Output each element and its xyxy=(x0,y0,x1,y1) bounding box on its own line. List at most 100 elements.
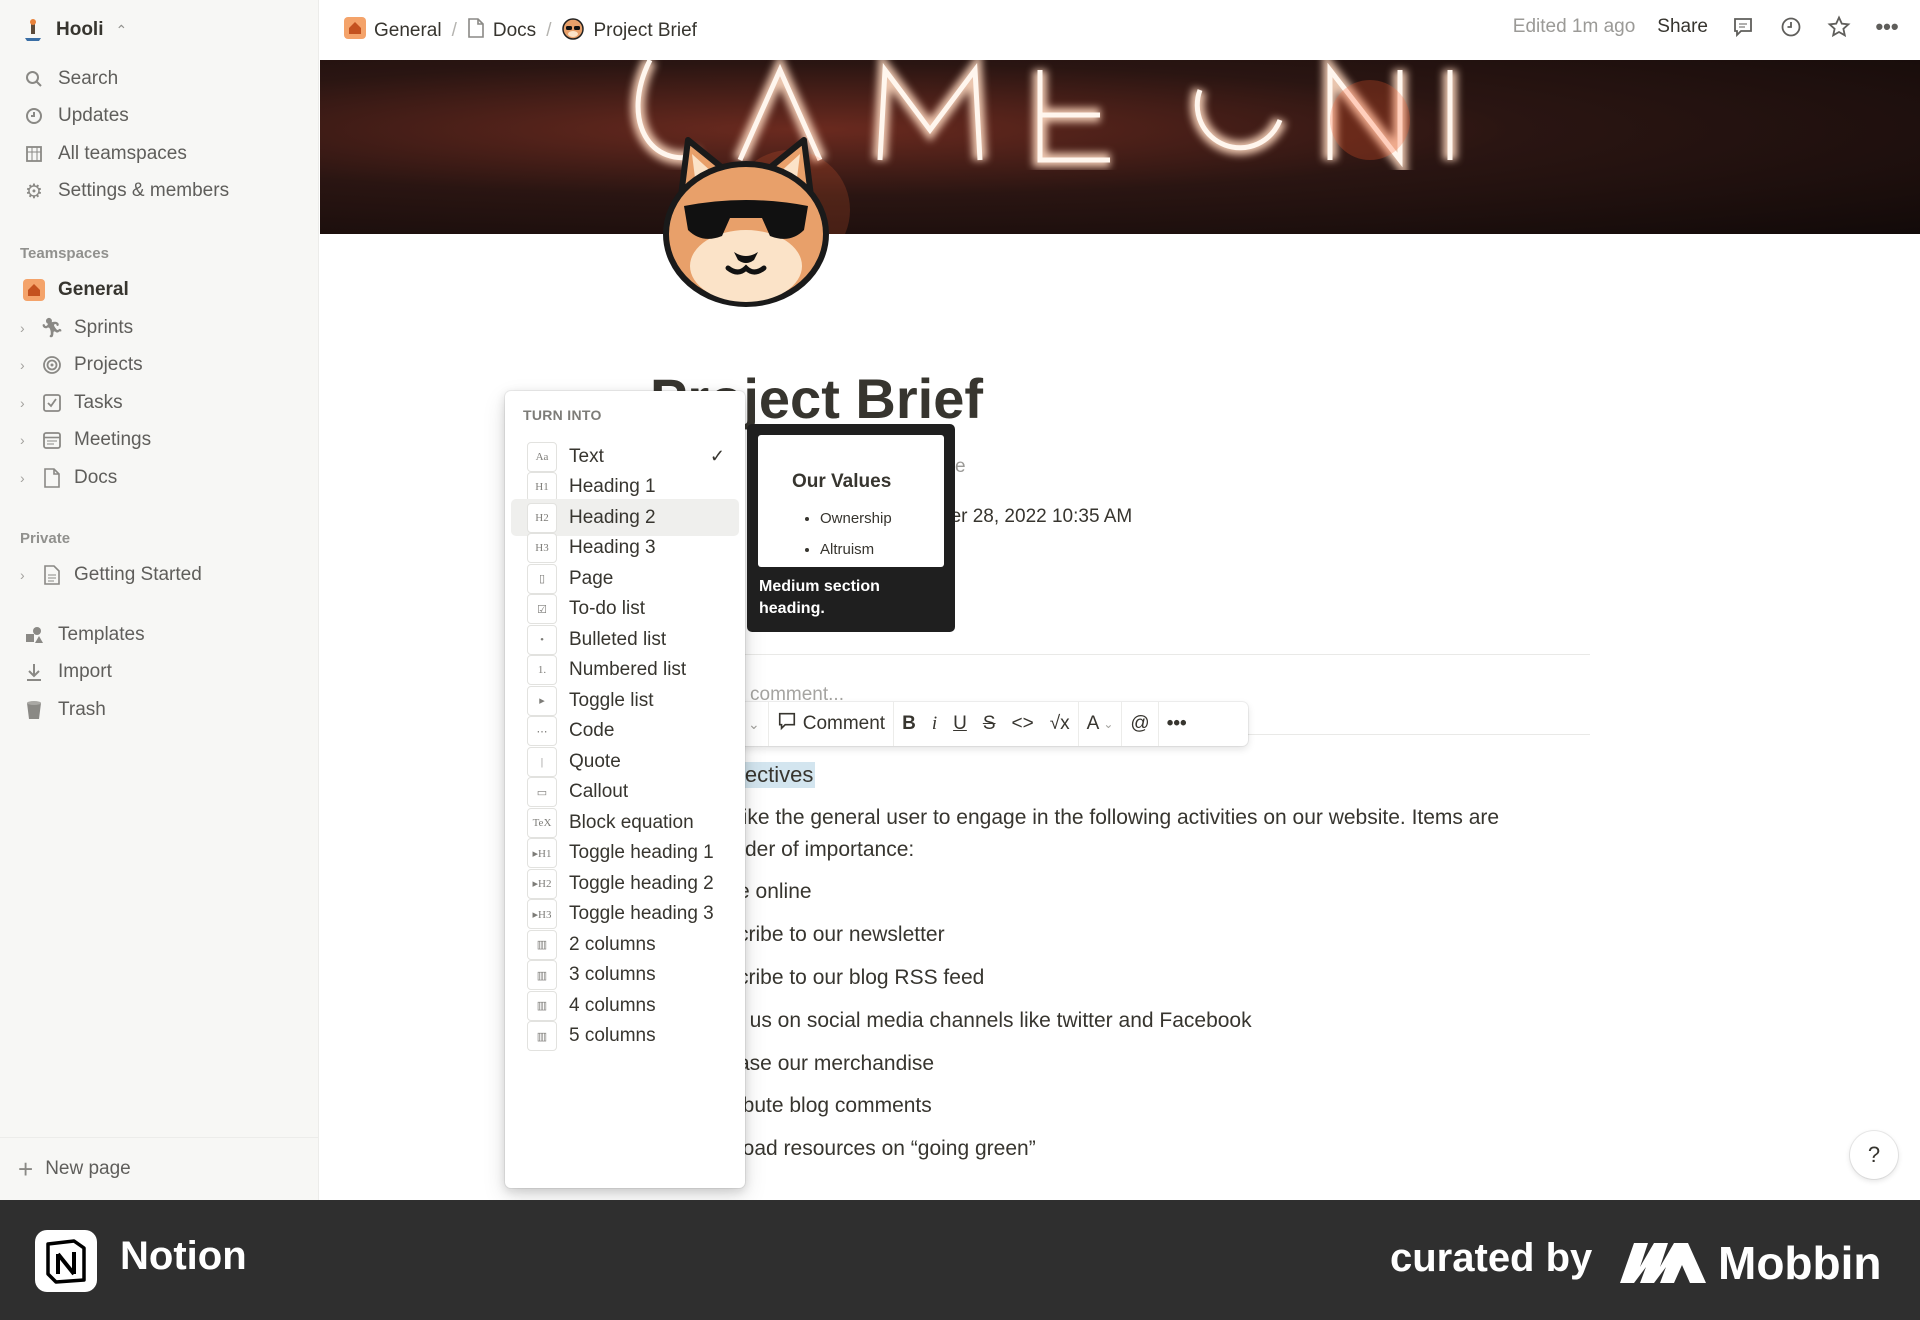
cover-image xyxy=(320,60,1920,234)
sidebar-item-label: Meetings xyxy=(74,429,152,450)
star-icon[interactable] xyxy=(1826,14,1852,40)
paragraph-line[interactable]: rder of importance: xyxy=(738,838,914,862)
block-type-thumbnail-icon: H3 xyxy=(527,533,557,563)
preview-list: Ownership Altruism xyxy=(820,503,892,565)
share-button[interactable]: Share xyxy=(1657,16,1708,38)
code-icon[interactable]: <> xyxy=(1004,702,1042,746)
text-color-button[interactable]: A ⌄ xyxy=(1079,702,1122,746)
grid-icon xyxy=(22,142,46,166)
sidebar-item-settings[interactable]: ⚙ Settings & members xyxy=(12,174,307,208)
menu-item-label: Page xyxy=(569,567,614,589)
mention-icon[interactable]: @ xyxy=(1122,702,1157,746)
bold-button[interactable]: B xyxy=(894,702,924,746)
breadcrumb-project-brief[interactable]: Project Brief xyxy=(561,16,697,46)
page-icon-shiba[interactable] xyxy=(658,134,834,310)
list-item[interactable]: / us on social media channels like twitt… xyxy=(738,1009,1252,1033)
preview-bullet: Altruism xyxy=(820,534,892,565)
menu-item-label: Toggle heading 1 xyxy=(569,842,714,863)
house-icon xyxy=(344,17,366,45)
block-type-thumbnail-icon: ▸H1 xyxy=(527,838,557,868)
breadcrumb-general[interactable]: General xyxy=(344,17,442,45)
breadcrumb: General / Docs / Project Brief xyxy=(344,16,697,46)
block-type-thumbnail-icon: TeX xyxy=(527,807,557,838)
list-item[interactable]: ase our merchandise xyxy=(738,1052,934,1076)
list-item[interactable]: load resources on “going green” xyxy=(738,1137,1036,1161)
block-preview-tooltip: Our Values Ownership Altruism Medium sec… xyxy=(747,424,955,632)
block-type-thumbnail-icon: ▸H2 xyxy=(527,868,557,899)
list-item[interactable]: cribe to our newsletter xyxy=(738,923,945,947)
mobbin-logo-icon xyxy=(1620,1243,1706,1283)
document-icon xyxy=(467,18,485,44)
topbar: General / Docs / Project Brief Edited 1m… xyxy=(320,0,1920,60)
menu-item-label: Toggle list xyxy=(569,689,654,711)
menu-item-label: Toggle heading 2 xyxy=(569,872,714,894)
chevron-right-icon[interactable]: › xyxy=(20,470,36,486)
more-icon[interactable]: ••• xyxy=(1874,14,1900,40)
list-item[interactable]: e online xyxy=(738,880,812,904)
sidebar-item-tasks[interactable]: › Tasks xyxy=(12,386,307,420)
menu-item-5-columns[interactable]: ▥ 5 columns xyxy=(511,1018,739,1055)
comment-icon xyxy=(777,711,797,737)
sidebar-item-updates[interactable]: Updates xyxy=(12,99,307,133)
private-section-label: Private xyxy=(20,530,71,547)
sidebar-item-search[interactable]: Search xyxy=(12,62,307,96)
chevron-right-icon[interactable]: › xyxy=(20,432,36,448)
list-item[interactable]: ibute blog comments xyxy=(738,1094,932,1118)
block-type-thumbnail-icon: ▸ xyxy=(527,685,557,716)
block-type-thumbnail-icon: | xyxy=(527,746,557,777)
sidebar-item-general[interactable]: General xyxy=(12,273,307,307)
property-label-fragment: e xyxy=(955,456,966,477)
sidebar-item-templates[interactable]: Templates xyxy=(12,618,307,652)
sidebar-item-sprints[interactable]: › 🏃︎ Sprints xyxy=(12,311,307,345)
turn-into-menu: TURN INTO Aa Text ✓ H1 Heading 1 H2 Heading 2 H… xyxy=(505,391,745,1188)
comment-button[interactable]: Comment xyxy=(769,702,893,746)
block-type-thumbnail-icon: ☑ xyxy=(527,594,557,624)
chevron-right-icon[interactable]: › xyxy=(20,395,36,411)
notion-logo-icon xyxy=(35,1230,97,1292)
history-clock-icon[interactable] xyxy=(1778,14,1804,40)
block-type-thumbnail-icon: ▥ xyxy=(527,990,557,1021)
italic-button[interactable]: i xyxy=(924,702,945,746)
checkmark-icon: ✓ xyxy=(709,446,725,466)
sidebar-item-trash[interactable]: Trash xyxy=(12,693,307,727)
runner-icon: 🏃︎ xyxy=(39,318,65,339)
equation-icon[interactable]: √x xyxy=(1042,702,1078,746)
sidebar-item-label: Getting Started xyxy=(74,564,202,585)
chevron-down-icon: ⌄ xyxy=(1103,717,1114,731)
sidebar-item-all-teamspaces[interactable]: All teamspaces xyxy=(12,137,307,171)
sidebar-item-getting-started[interactable]: › Getting Started xyxy=(12,558,307,592)
more-icon[interactable]: ••• xyxy=(1159,702,1195,746)
comment-icon[interactable] xyxy=(1730,14,1756,40)
strikethrough-button[interactable]: S xyxy=(975,702,1004,746)
block-type-thumbnail-icon: ▥ xyxy=(527,1021,557,1051)
block-type-thumbnail-icon: H2 xyxy=(527,502,557,533)
breadcrumb-docs[interactable]: Docs xyxy=(467,18,536,44)
paragraph-line[interactable]: like the general user to engage in the f… xyxy=(738,806,1499,830)
workspace-switcher[interactable]: Hooli ⌃ xyxy=(20,14,127,46)
sidebar-item-meetings[interactable]: › Meetings xyxy=(12,423,307,457)
format-toolbar: ⌄ Comment B i U S <> √x A ⌄ @ ••• xyxy=(740,702,1248,746)
sidebar-item-label: All teamspaces xyxy=(58,143,187,164)
chevron-right-icon[interactable]: › xyxy=(20,357,36,373)
menu-item-label: 2 columns xyxy=(569,933,656,955)
sidebar-item-projects[interactable]: › Projects xyxy=(12,348,307,382)
block-type-thumbnail-icon: ▯ xyxy=(527,563,557,594)
menu-item-label: 5 columns xyxy=(569,1025,656,1046)
chevron-updown-icon: ⌃ xyxy=(115,21,128,38)
sidebar-item-import[interactable]: Import xyxy=(12,655,307,689)
block-type-thumbnail-icon: ▸H3 xyxy=(527,899,557,929)
underline-button[interactable]: U xyxy=(945,702,975,746)
clock-icon xyxy=(22,104,46,128)
help-button[interactable]: ? xyxy=(1850,1131,1898,1179)
menu-item-label: Heading 3 xyxy=(569,537,656,558)
list-item[interactable]: cribe to our blog RSS feed xyxy=(738,966,984,990)
chevron-right-icon[interactable]: › xyxy=(20,320,36,336)
trash-icon xyxy=(22,698,46,722)
new-page-button[interactable]: + New page xyxy=(0,1137,319,1200)
menu-item-label: Numbered list xyxy=(569,659,687,680)
selected-heading-text[interactable]: jectives xyxy=(738,762,816,788)
sidebar-item-docs[interactable]: › Docs xyxy=(12,461,307,495)
block-type-thumbnail-icon: ▥ xyxy=(527,960,557,990)
footer-banner: Notion curated by Mobbin xyxy=(0,1200,1920,1320)
chevron-right-icon[interactable]: › xyxy=(20,567,36,583)
